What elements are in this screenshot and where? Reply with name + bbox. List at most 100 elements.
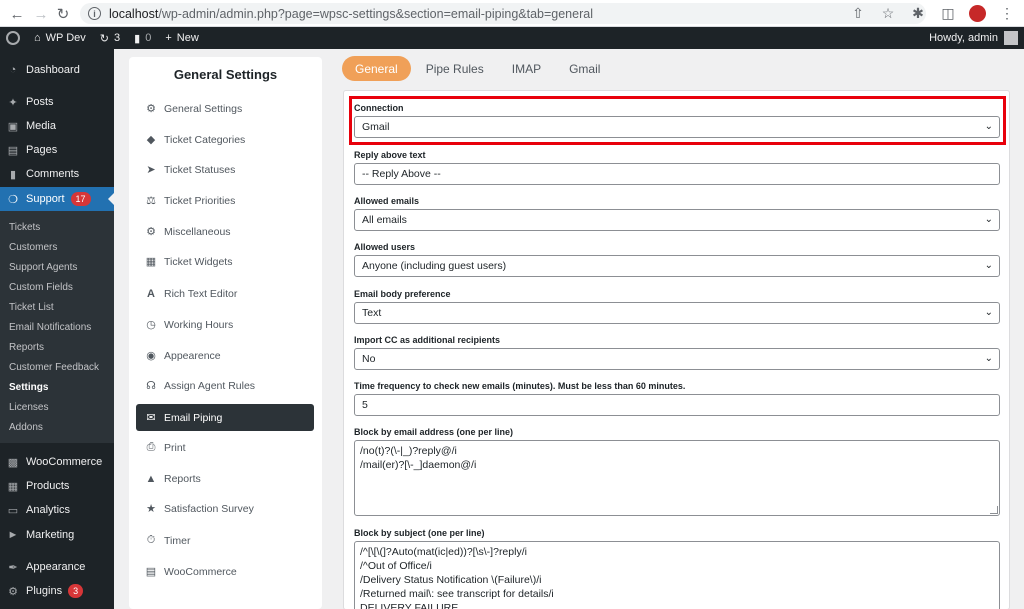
- menu-media[interactable]: ▣Media: [0, 114, 114, 138]
- address-bar[interactable]: i localhost/wp-admin/admin.php?page=wpsc…: [80, 3, 926, 24]
- block-subject-textarea[interactable]: /^[\[\(]?Auto(mat(ic|ed))?[\s\-]?reply/i…: [354, 541, 1000, 609]
- connection-label: Connection: [354, 102, 1000, 114]
- settings-item-miscellaneous[interactable]: ⚙ Miscellaneous: [136, 218, 314, 245]
- allowed-emails-field: Allowed emails All emails⌄: [354, 195, 1000, 231]
- settings-item-reports[interactable]: ▲ Reports: [136, 465, 314, 492]
- wordpress-logo-icon[interactable]: [6, 31, 20, 45]
- import-cc-field: Import CC as additional recipients No⌄: [354, 334, 1000, 370]
- area-chart-icon: ▲: [144, 472, 158, 486]
- settings-item-assign-agent[interactable]: ☊Assign Agent Rules: [136, 372, 314, 399]
- submenu-customers[interactable]: Customers: [9, 242, 57, 253]
- headset-icon: ☊: [144, 379, 158, 393]
- time-frequency-label: Time frequency to check new emails (minu…: [354, 380, 1000, 392]
- allowed-emails-label: Allowed emails: [354, 195, 1000, 207]
- connection-select[interactable]: Gmail⌄: [354, 116, 1000, 138]
- settings-item-print[interactable]: ⎙Print: [136, 434, 314, 461]
- printer-icon: ⎙: [144, 441, 158, 455]
- menu-label: Plugins: [26, 585, 62, 597]
- menu-label: Posts: [26, 96, 54, 108]
- tab-general[interactable]: General: [342, 56, 411, 81]
- url-host: localhost: [109, 7, 158, 21]
- menu-support[interactable]: ❍Support17: [0, 187, 114, 211]
- submenu-ticket-list[interactable]: Ticket List: [9, 302, 54, 313]
- settings-item-label: Miscellaneous: [164, 226, 231, 238]
- submenu-settings[interactable]: Settings: [9, 382, 48, 393]
- settings-item-timer[interactable]: ⏱Timer: [136, 527, 314, 554]
- submenu-email-notifications[interactable]: Email Notifications: [9, 322, 91, 333]
- menu-label: Marketing: [26, 529, 74, 541]
- updates-link[interactable]: ↻3: [100, 32, 120, 45]
- info-icon[interactable]: i: [88, 7, 101, 20]
- chevron-down-icon: ⌄: [985, 121, 993, 132]
- settings-item-general[interactable]: ⚙General Settings: [136, 95, 314, 122]
- reload-icon[interactable]: ↻: [52, 3, 74, 25]
- menu-dots-icon[interactable]: ⋮: [998, 3, 1016, 23]
- allowed-emails-select[interactable]: All emails⌄: [354, 209, 1000, 231]
- send-icon: ➤: [144, 163, 158, 177]
- settings-item-label: Reports: [164, 473, 201, 485]
- body-preference-select[interactable]: Text⌄: [354, 302, 1000, 324]
- media-icon: ▣: [6, 119, 20, 133]
- submenu-reports[interactable]: Reports: [9, 342, 44, 353]
- sidepanel-icon[interactable]: ◫: [939, 3, 957, 23]
- share-icon[interactable]: ⇧: [849, 3, 867, 23]
- resize-handle-icon[interactable]: [990, 506, 998, 514]
- menu-appearance[interactable]: ✒Appearance: [0, 555, 114, 579]
- tab-imap[interactable]: IMAP: [499, 56, 554, 81]
- email-piping-form: Connection Gmail⌄ Reply above text -- Re…: [343, 90, 1010, 609]
- settings-item-woocommerce[interactable]: ▤WooCommerce: [136, 558, 314, 585]
- submenu-customer-feedback[interactable]: Customer Feedback: [9, 362, 99, 373]
- menu-pages[interactable]: ▤Pages: [0, 138, 114, 162]
- settings-item-email-piping[interactable]: ✉Email Piping: [136, 404, 314, 431]
- allowed-users-select[interactable]: Anyone (including guest users)⌄: [354, 255, 1000, 277]
- site-name-link[interactable]: ⌂WP Dev: [34, 32, 86, 44]
- menu-plugins[interactable]: ⚙Plugins3: [0, 579, 114, 603]
- submenu-licenses[interactable]: Licenses: [9, 402, 48, 413]
- tab-pipe-rules[interactable]: Pipe Rules: [413, 56, 497, 81]
- new-content-link[interactable]: +New: [165, 32, 198, 44]
- brush-icon: ✒: [6, 560, 20, 574]
- back-arrow-icon[interactable]: ←: [6, 3, 28, 25]
- submenu-tickets[interactable]: Tickets: [9, 222, 40, 233]
- account-menu[interactable]: Howdy, admin: [929, 31, 1018, 45]
- reply-above-input[interactable]: -- Reply Above --: [354, 163, 1000, 185]
- import-cc-value: No: [362, 353, 375, 365]
- gear-icon: ⚙: [144, 102, 158, 116]
- submenu-support-agents[interactable]: Support Agents: [9, 262, 77, 273]
- menu-woocommerce[interactable]: ▩WooCommerce: [0, 450, 114, 474]
- menu-products[interactable]: ▦Products: [0, 474, 114, 498]
- comments-link[interactable]: ▮0: [134, 32, 151, 45]
- settings-item-appearence[interactable]: ◉Appearence: [136, 342, 314, 369]
- chevron-down-icon: ⌄: [985, 353, 993, 364]
- settings-item-priorities[interactable]: ⚖Ticket Priorities: [136, 187, 314, 214]
- extensions-icon[interactable]: ✱: [909, 3, 927, 23]
- block-subject-line: /^Out of Office/i: [360, 559, 994, 573]
- menu-label: Products: [26, 480, 69, 492]
- submenu-custom-fields[interactable]: Custom Fields: [9, 282, 73, 293]
- import-cc-select[interactable]: No ⌄: [354, 348, 1000, 370]
- profile-avatar-icon[interactable]: [969, 5, 986, 22]
- forward-arrow-icon[interactable]: →: [30, 3, 52, 25]
- settings-item-widgets[interactable]: ▦Ticket Widgets: [136, 248, 314, 275]
- submenu-addons[interactable]: Addons: [9, 422, 43, 433]
- connection-field: Connection Gmail⌄: [354, 102, 1000, 138]
- allowed-users-label: Allowed users: [354, 241, 1000, 253]
- cogs-icon: ⚙: [144, 225, 158, 239]
- star-icon[interactable]: ☆: [879, 3, 897, 23]
- menu-analytics[interactable]: ▭Analytics: [0, 498, 114, 522]
- body-preference-value: Text: [362, 307, 381, 319]
- tab-gmail[interactable]: Gmail: [556, 56, 613, 81]
- block-email-textarea[interactable]: /no(t)?(\-|_)?reply@/i /mail(er)?[\-_]da…: [354, 440, 1000, 516]
- settings-item-label: Rich Text Editor: [164, 288, 237, 300]
- menu-label: Support: [26, 193, 65, 205]
- settings-item-statuses[interactable]: ➤Ticket Statuses: [136, 156, 314, 183]
- settings-item-rich-text[interactable]: ARich Text Editor: [136, 280, 314, 307]
- settings-item-working-hours[interactable]: ◷Working Hours: [136, 311, 314, 338]
- menu-posts[interactable]: ✦Posts: [0, 90, 114, 114]
- menu-dashboard[interactable]: ◔Dashboard: [0, 58, 114, 82]
- settings-item-survey[interactable]: ★Satisfaction Survey: [136, 495, 314, 522]
- settings-item-categories[interactable]: ◆Ticket Categories: [136, 126, 314, 153]
- time-frequency-input[interactable]: 5: [354, 394, 1000, 416]
- menu-comments[interactable]: ▮Comments: [0, 162, 114, 186]
- menu-marketing[interactable]: ►Marketing: [0, 523, 114, 547]
